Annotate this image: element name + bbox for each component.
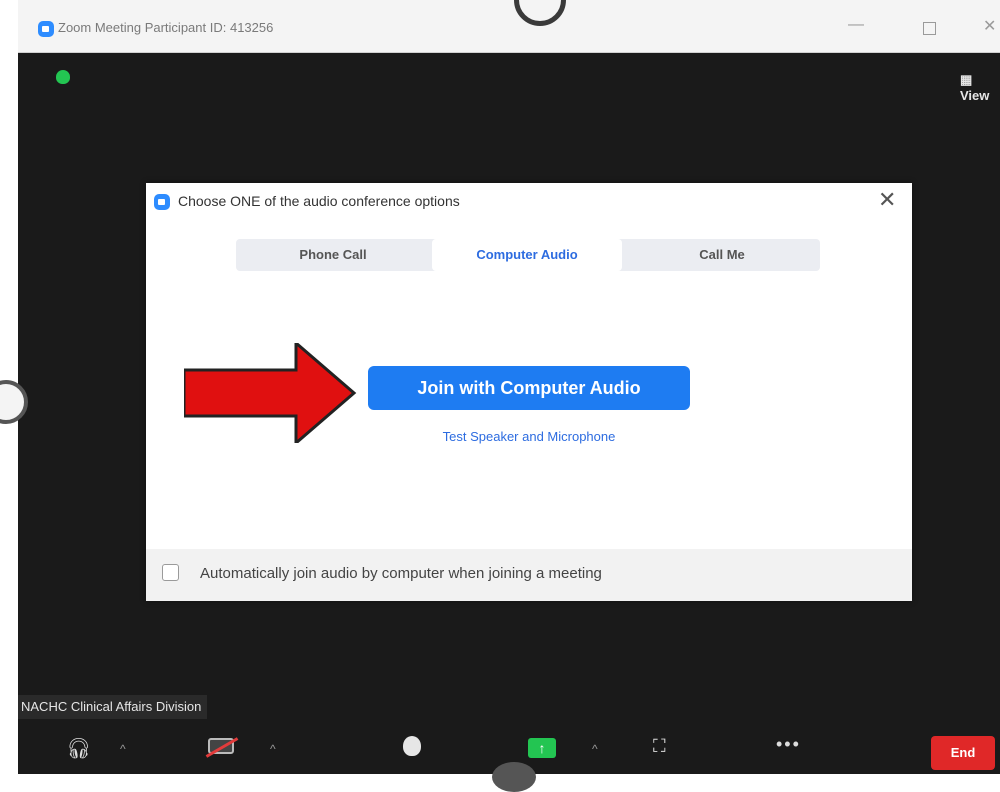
test-speaker-microphone-link[interactable]: Test Speaker and Microphone (368, 429, 690, 444)
title-bar: Zoom Meeting Participant ID: 413256 — ✕ (18, 0, 1000, 53)
red-arrow-annotation (184, 343, 357, 443)
audio-tabs: Phone Call Computer Audio Call Me (236, 239, 820, 271)
red-arrow-shape (184, 343, 357, 443)
share-screen-icon[interactable]: ↑ (528, 738, 556, 758)
view-label: View (960, 88, 990, 103)
encryption-shield-icon[interactable] (56, 70, 70, 84)
audio-options-caret-icon[interactable]: ^ (120, 742, 126, 756)
view-button[interactable]: ▦ View (960, 72, 1000, 103)
close-window-button[interactable]: ✕ (983, 16, 996, 36)
maximize-button[interactable] (923, 22, 936, 35)
video-options-caret-icon[interactable]: ^ (270, 742, 276, 756)
bottom-circle-overlay (492, 762, 536, 792)
security-icon[interactable] (403, 736, 421, 756)
audio-options-dialog: Choose ONE of the audio conference optio… (146, 183, 912, 601)
record-icon[interactable]: ⛶ (653, 736, 666, 757)
window-title: Zoom Meeting Participant ID: 413256 (58, 20, 274, 35)
minimize-button[interactable]: — (848, 16, 864, 34)
more-options-icon[interactable]: ••• (776, 734, 801, 755)
dialog-close-button[interactable]: ✕ (878, 187, 896, 213)
end-meeting-button[interactable]: End (931, 736, 995, 770)
tab-computer-audio[interactable]: Computer Audio (432, 239, 622, 271)
join-audio-headphone-icon[interactable]: 🎧︎ (66, 736, 91, 761)
zoom-window: Zoom Meeting Participant ID: 413256 — ✕ … (18, 0, 1000, 774)
dialog-footer: Automatically join audio by computer whe… (146, 549, 912, 601)
auto-join-label[interactable]: Automatically join audio by computer whe… (200, 565, 602, 582)
tab-phone-call[interactable]: Phone Call (236, 239, 430, 271)
participant-name-label: NACHC Clinical Affairs Division (18, 695, 208, 719)
zoom-logo-icon (38, 21, 54, 37)
tab-call-me[interactable]: Call Me (624, 239, 820, 271)
dialog-header: Choose ONE of the audio conference optio… (146, 183, 912, 219)
dialog-title: Choose ONE of the audio conference optio… (178, 193, 460, 209)
zoom-logo-icon (154, 194, 170, 210)
join-computer-audio-button[interactable]: Join with Computer Audio (368, 366, 690, 410)
auto-join-checkbox[interactable] (162, 564, 179, 581)
share-options-caret-icon[interactable]: ^ (592, 742, 598, 756)
